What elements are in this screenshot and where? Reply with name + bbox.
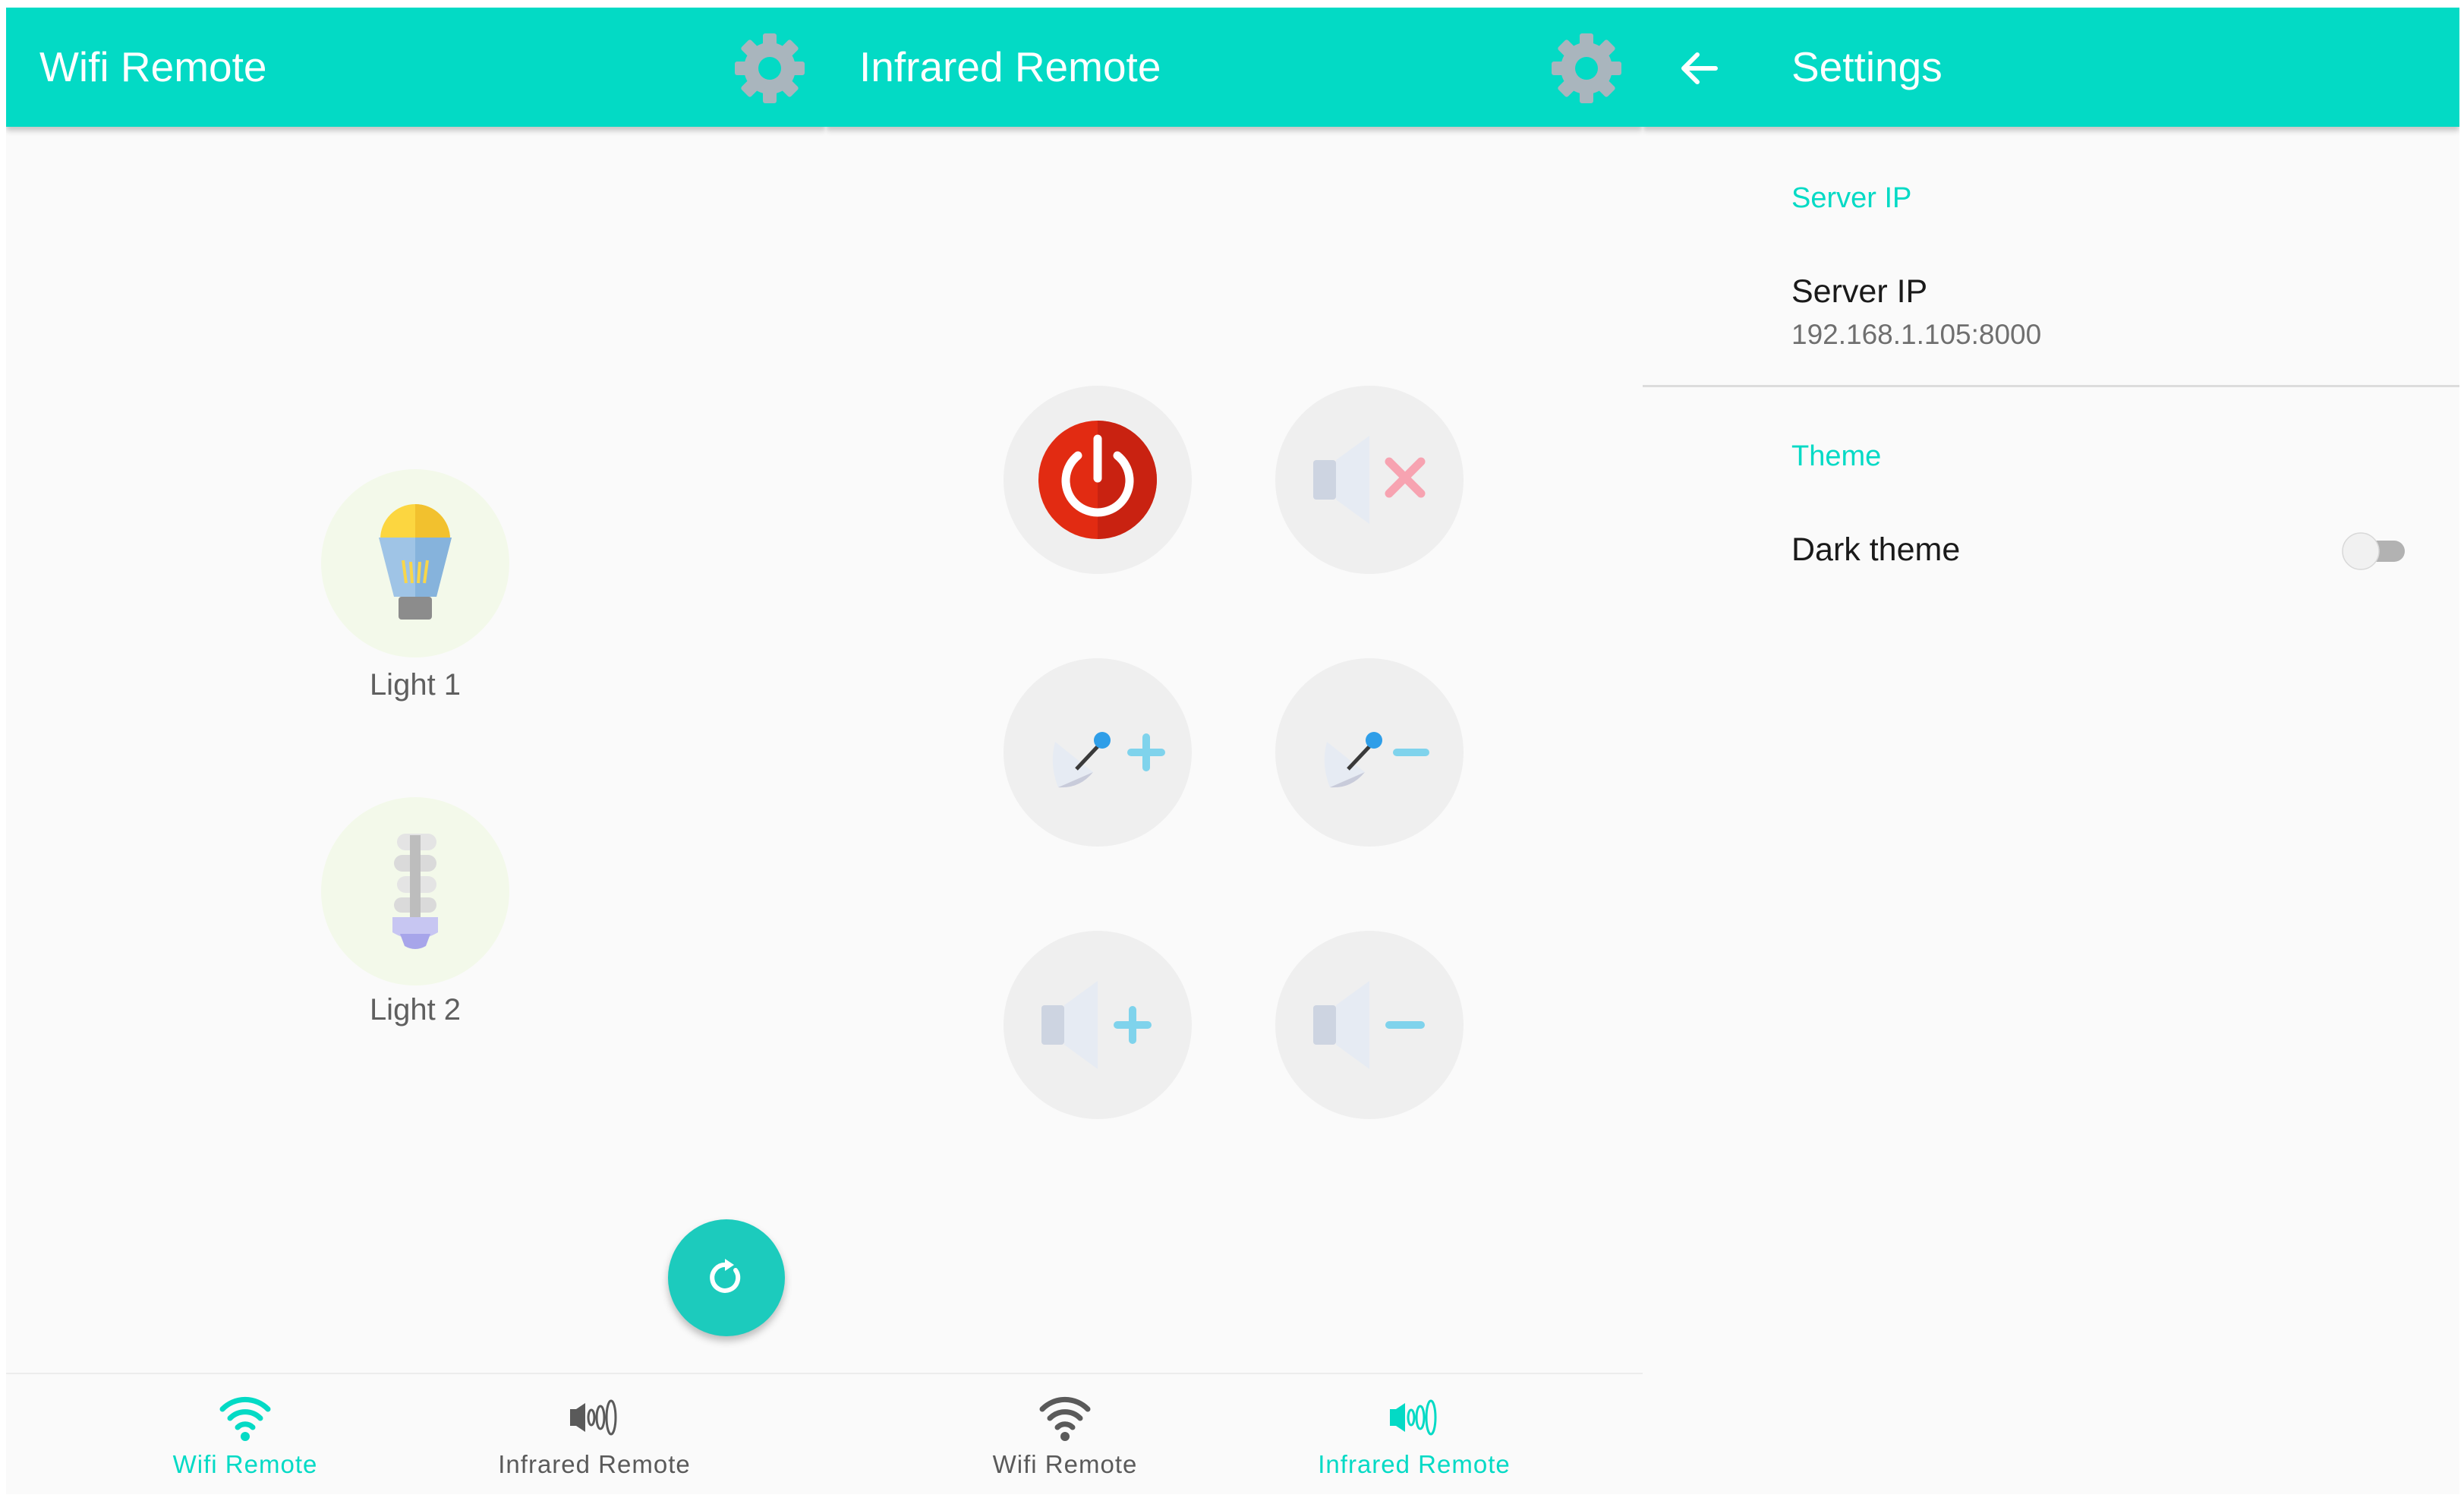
refresh-icon: [710, 1259, 741, 1293]
category-theme: Theme: [1791, 440, 1882, 472]
settings-screen: Settings Server IP Server IP 192.168.1.1…: [1643, 8, 2459, 1494]
volume-up-icon: [1041, 981, 1152, 1069]
nav-label-infrared: Infrared Remote: [1318, 1450, 1511, 1478]
refresh-button[interactable]: [668, 1219, 785, 1336]
screen-title: Infrared Remote: [859, 43, 1161, 90]
screen-title: Wifi Remote: [39, 43, 267, 90]
nav-label-infrared: Infrared Remote: [498, 1450, 691, 1478]
bulb-on-icon: [379, 504, 452, 620]
gear-icon[interactable]: [733, 32, 806, 105]
app-bar: Wifi Remote: [6, 8, 826, 127]
volume-down-button[interactable]: [1275, 931, 1464, 1119]
dark-theme-toggle[interactable]: [2338, 527, 2414, 572]
nav-item-infrared-remote[interactable]: Infrared Remote: [420, 1374, 769, 1494]
channel-up-button[interactable]: [1004, 658, 1192, 847]
app-bar: Settings: [1643, 8, 2459, 127]
channel-down-icon: [1324, 732, 1429, 788]
category-server-ip: Server IP: [1791, 182, 1912, 214]
mute-icon: [1313, 436, 1426, 524]
gear-icon[interactable]: [1550, 32, 1623, 105]
nav-label-wifi: Wifi Remote: [172, 1450, 318, 1478]
light-1-button[interactable]: [321, 469, 509, 657]
divider: [1643, 385, 2459, 387]
light-2-button[interactable]: [321, 797, 509, 985]
power-icon: [1038, 421, 1157, 539]
volume-up-button[interactable]: [1004, 931, 1192, 1119]
dark-theme-label: Dark theme: [1791, 531, 1961, 568]
channel-up-icon: [1052, 732, 1165, 788]
bottom-navigation: Wifi Remote Infrared Remote: [826, 1373, 1643, 1494]
bottom-navigation: Wifi Remote Infrared Remote: [6, 1373, 826, 1494]
nav-item-wifi-remote[interactable]: Wifi Remote: [890, 1374, 1240, 1494]
wifi-icon: [1039, 1396, 1091, 1441]
app-bar: Infrared Remote: [826, 8, 1643, 127]
server-ip-value: 192.168.1.105:8000: [1791, 319, 2042, 350]
bulb-off-icon: [392, 834, 438, 949]
infrared-icon: [1390, 1399, 1437, 1436]
volume-down-icon: [1313, 981, 1425, 1069]
channel-down-button[interactable]: [1275, 658, 1464, 847]
nav-item-infrared-remote[interactable]: Infrared Remote: [1240, 1374, 1589, 1494]
light-2-label: Light 2: [369, 993, 462, 1026]
power-button[interactable]: [1004, 386, 1192, 574]
wifi-icon: [219, 1396, 271, 1441]
nav-item-wifi-remote[interactable]: Wifi Remote: [71, 1374, 420, 1494]
nav-label-wifi: Wifi Remote: [992, 1450, 1138, 1478]
infrared-remote-screen: Infrared Remote Wifi Remote Infrared Rem…: [826, 8, 1643, 1494]
wifi-remote-screen: Wifi Remote Light 1 Light 2 Wifi Remote …: [6, 8, 826, 1494]
light-1-label: Light 1: [369, 668, 462, 702]
back-arrow-icon[interactable]: [1676, 46, 1722, 91]
infrared-icon: [570, 1399, 617, 1436]
screen-title: Settings: [1791, 43, 1943, 90]
mute-button[interactable]: [1275, 386, 1464, 574]
server-ip-title: Server IP: [1791, 273, 1928, 310]
